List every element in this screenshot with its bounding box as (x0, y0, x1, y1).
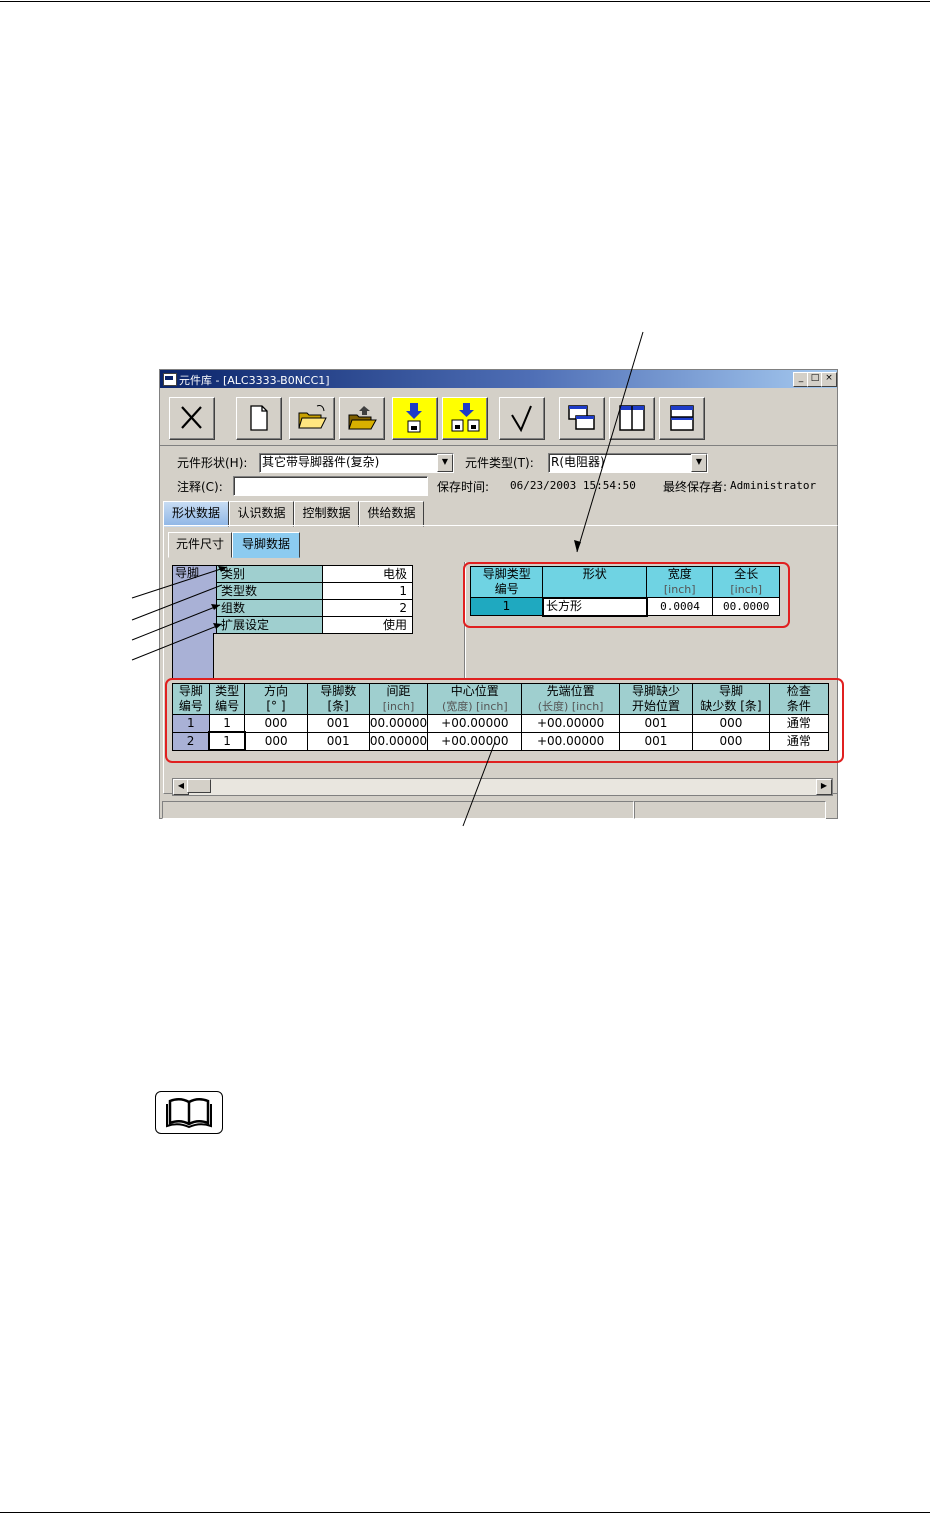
callout-lines (131, 331, 644, 827)
callout-line-extension (131, 623, 223, 661)
callout-line-group-count (131, 604, 221, 641)
callout-arrowhead (211, 604, 220, 610)
callout-arrowhead (213, 623, 222, 629)
callout-line-type-count (131, 584, 223, 621)
callout-arrowhead (574, 540, 581, 552)
book-icon-frame (155, 1091, 223, 1134)
callout-line-category (131, 566, 228, 599)
book-icon (166, 1098, 212, 1129)
callout-line-lead-type (576, 331, 644, 553)
callout-line-lead-group (462, 741, 496, 827)
